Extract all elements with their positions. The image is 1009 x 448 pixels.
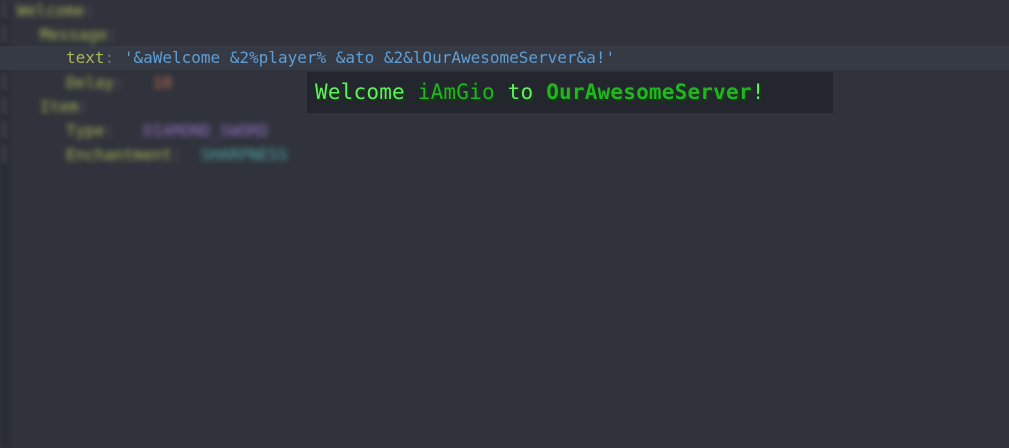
preview-segment: Welcome: [315, 80, 418, 104]
yaml-key: Enchantment: [66, 145, 172, 164]
yaml-line-delay: Delay: 10: [66, 71, 172, 95]
yaml-line-type: Type: DIAMOND_SWORD: [66, 119, 268, 143]
yaml-string-value: '&aWelcome &2%player% &ato &2&lOurAwesom…: [123, 48, 616, 67]
yaml-colon: :: [78, 97, 89, 116]
preview-segment: to: [494, 80, 547, 104]
yaml-colon: :: [114, 73, 124, 92]
yaml-line-message: Message:: [40, 23, 117, 47]
yaml-number-value: 10: [152, 73, 172, 92]
yaml-key: Message: [40, 25, 108, 44]
yaml-key: Type: [66, 121, 105, 140]
preview-server-name: OurAwesomeServer: [546, 80, 752, 104]
yaml-colon: :: [107, 25, 118, 44]
preview-player-name: iAmGio: [417, 80, 495, 104]
yaml-colon: :: [104, 121, 115, 140]
yaml-line-text: text: '&aWelcome &2%player% &ato &2&lOur…: [66, 46, 615, 70]
yaml-colon: :: [84, 1, 95, 20]
yaml-key: text: [66, 48, 105, 67]
yaml-key: Welcome: [17, 1, 85, 20]
yaml-value: DIAMOND_SWORD: [143, 121, 269, 140]
yaml-colon: :: [104, 48, 115, 67]
yaml-colon: :: [171, 145, 182, 164]
yaml-key: Delay: [66, 73, 115, 92]
yaml-key: Item: [40, 97, 79, 116]
yaml-line-item: Item:: [40, 95, 88, 119]
yaml-line-enchantment: Enchantment: SHARPNESS: [66, 143, 288, 167]
color-preview-tooltip: Welcome iAmGio to OurAwesomeServer!: [307, 72, 833, 113]
code-editor[interactable]: Welcome: Message: text: '&aWelcome &2%pl…: [0, 0, 1009, 448]
yaml-value: SHARPNESS: [200, 145, 288, 164]
yaml-line-welcome: Welcome:: [17, 0, 94, 23]
preview-segment: !: [751, 80, 765, 104]
